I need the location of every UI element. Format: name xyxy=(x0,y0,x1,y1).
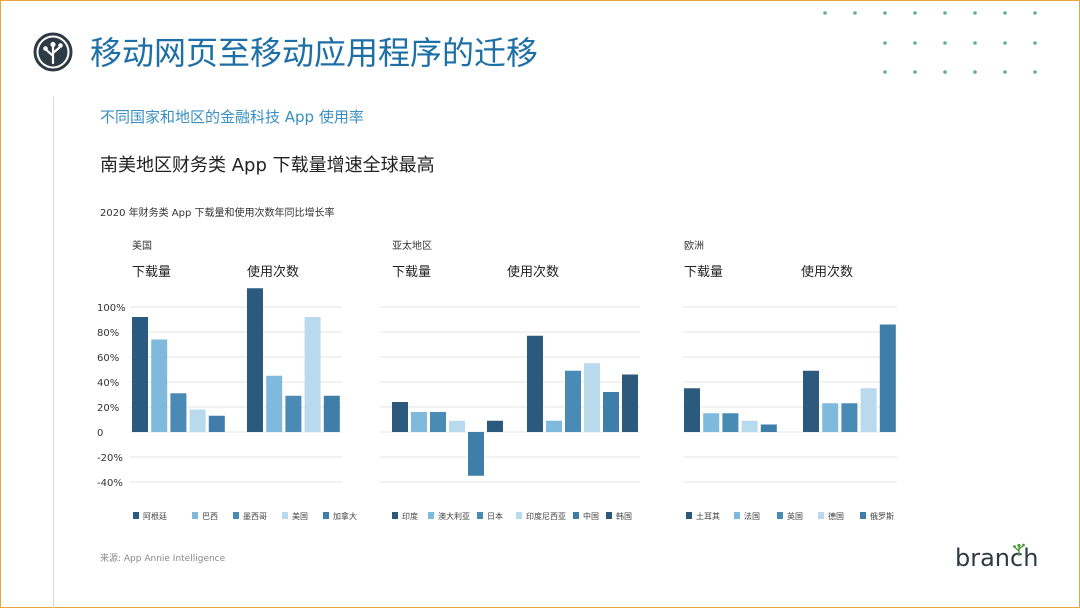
bar-usage-2 xyxy=(285,395,302,432)
region-label: 亚太地区 xyxy=(392,239,432,252)
legend-swatch xyxy=(477,512,483,519)
legend-label: 美国 xyxy=(292,511,308,521)
bar-usage-2 xyxy=(565,370,581,432)
legend-swatch xyxy=(573,512,579,519)
legend-label: 法国 xyxy=(744,511,760,521)
y-tick-label: 60% xyxy=(97,353,119,364)
legend-label: 德国 xyxy=(828,511,844,521)
metric-label-downloads: 下载量 xyxy=(684,265,723,280)
bar-downloads-1 xyxy=(411,412,427,432)
metric-label-downloads: 下载量 xyxy=(132,265,171,280)
source-note: 来源: App Annie Intelligence xyxy=(100,554,226,564)
y-tick-label: -20% xyxy=(97,453,123,464)
y-tick-label: -40% xyxy=(97,478,123,489)
legend-swatch xyxy=(734,512,740,519)
bar-downloads-3 xyxy=(741,420,758,432)
bar-usage-1 xyxy=(546,420,562,432)
bar-usage-3 xyxy=(584,363,600,432)
legend-label: 巴西 xyxy=(202,512,218,521)
legend-swatch xyxy=(233,512,239,519)
bar-usage-2 xyxy=(841,403,858,432)
legend-label: 印度尼西亚 xyxy=(526,511,566,521)
legend-label: 英国 xyxy=(787,511,803,521)
legend-swatch xyxy=(323,512,329,519)
legend-swatch xyxy=(133,512,139,519)
bar-downloads-1 xyxy=(151,339,168,432)
bar-usage-1 xyxy=(266,375,283,432)
legend-swatch xyxy=(860,512,866,519)
region-label: 欧洲 xyxy=(684,240,704,252)
bar-usage-0 xyxy=(247,288,263,432)
legend-label: 阿根廷 xyxy=(143,511,167,521)
bar-chart: 100%80%60%40%20%0-20%-40%美国下载量 使用次数阿根廷 巴西墨… xyxy=(97,239,897,521)
legend-swatch xyxy=(428,512,434,519)
bar-usage-4 xyxy=(879,324,896,432)
legend-label: 印度 xyxy=(402,511,418,521)
legend-label: 澳大利亚 xyxy=(438,511,470,521)
bar-downloads-3 xyxy=(449,420,465,432)
y-tick-label: 0 xyxy=(97,428,103,439)
legend-label: 加拿大 xyxy=(333,511,357,521)
legend-label: 日本 xyxy=(487,511,503,521)
bar-downloads-2 xyxy=(170,393,187,432)
y-tick-label: 20% xyxy=(97,403,119,414)
legend-label: 中国 xyxy=(583,511,599,521)
y-tick-label: 40% xyxy=(97,378,119,389)
bar-usage-3 xyxy=(860,388,877,432)
bar-downloads-3 xyxy=(189,409,206,432)
bar-downloads-5 xyxy=(487,420,503,432)
bar-downloads-4 xyxy=(208,415,225,432)
legend-label: 韩国 xyxy=(616,511,632,521)
bar-usage-0 xyxy=(527,335,543,432)
bar-usage-0 xyxy=(803,370,819,432)
legend-swatch xyxy=(818,512,824,519)
bar-downloads-4 xyxy=(468,432,484,476)
bar-usage-1 xyxy=(822,403,839,432)
bar-downloads-0 xyxy=(392,402,408,432)
bar-downloads-0 xyxy=(684,388,700,432)
metric-label-usage: 使用次数 xyxy=(247,264,299,280)
brand-tree-icon xyxy=(1013,543,1025,556)
bar-usage-4 xyxy=(323,395,340,432)
bar-usage-4 xyxy=(603,392,619,432)
bar-usage-3 xyxy=(304,317,321,432)
y-tick-label: 80% xyxy=(97,328,119,339)
bar-downloads-0 xyxy=(132,317,148,432)
region-label: 美国 xyxy=(132,239,152,252)
legend-swatch xyxy=(516,512,522,519)
metric-label-usage: 使用次数 xyxy=(801,264,853,280)
legend-swatch xyxy=(606,512,612,519)
bar-usage-5 xyxy=(622,374,638,432)
legend-swatch xyxy=(282,512,288,519)
legend-label: 墨西哥 xyxy=(243,512,267,521)
legend-label: 土耳其 xyxy=(696,511,720,521)
bar-downloads-2 xyxy=(430,412,446,432)
legend-swatch xyxy=(192,512,198,519)
legend-swatch xyxy=(392,512,398,519)
bar-downloads-2 xyxy=(722,413,739,432)
legend-swatch xyxy=(777,512,783,519)
legend-label: 俄罗斯 xyxy=(870,511,894,521)
metric-label-usage: 使用次数 xyxy=(507,264,559,280)
metric-label-downloads: 下载量 xyxy=(392,265,431,280)
bar-downloads-4 xyxy=(760,424,777,432)
legend-swatch xyxy=(686,512,692,519)
bar-downloads-1 xyxy=(703,413,720,432)
y-tick-label: 100% xyxy=(97,303,126,314)
